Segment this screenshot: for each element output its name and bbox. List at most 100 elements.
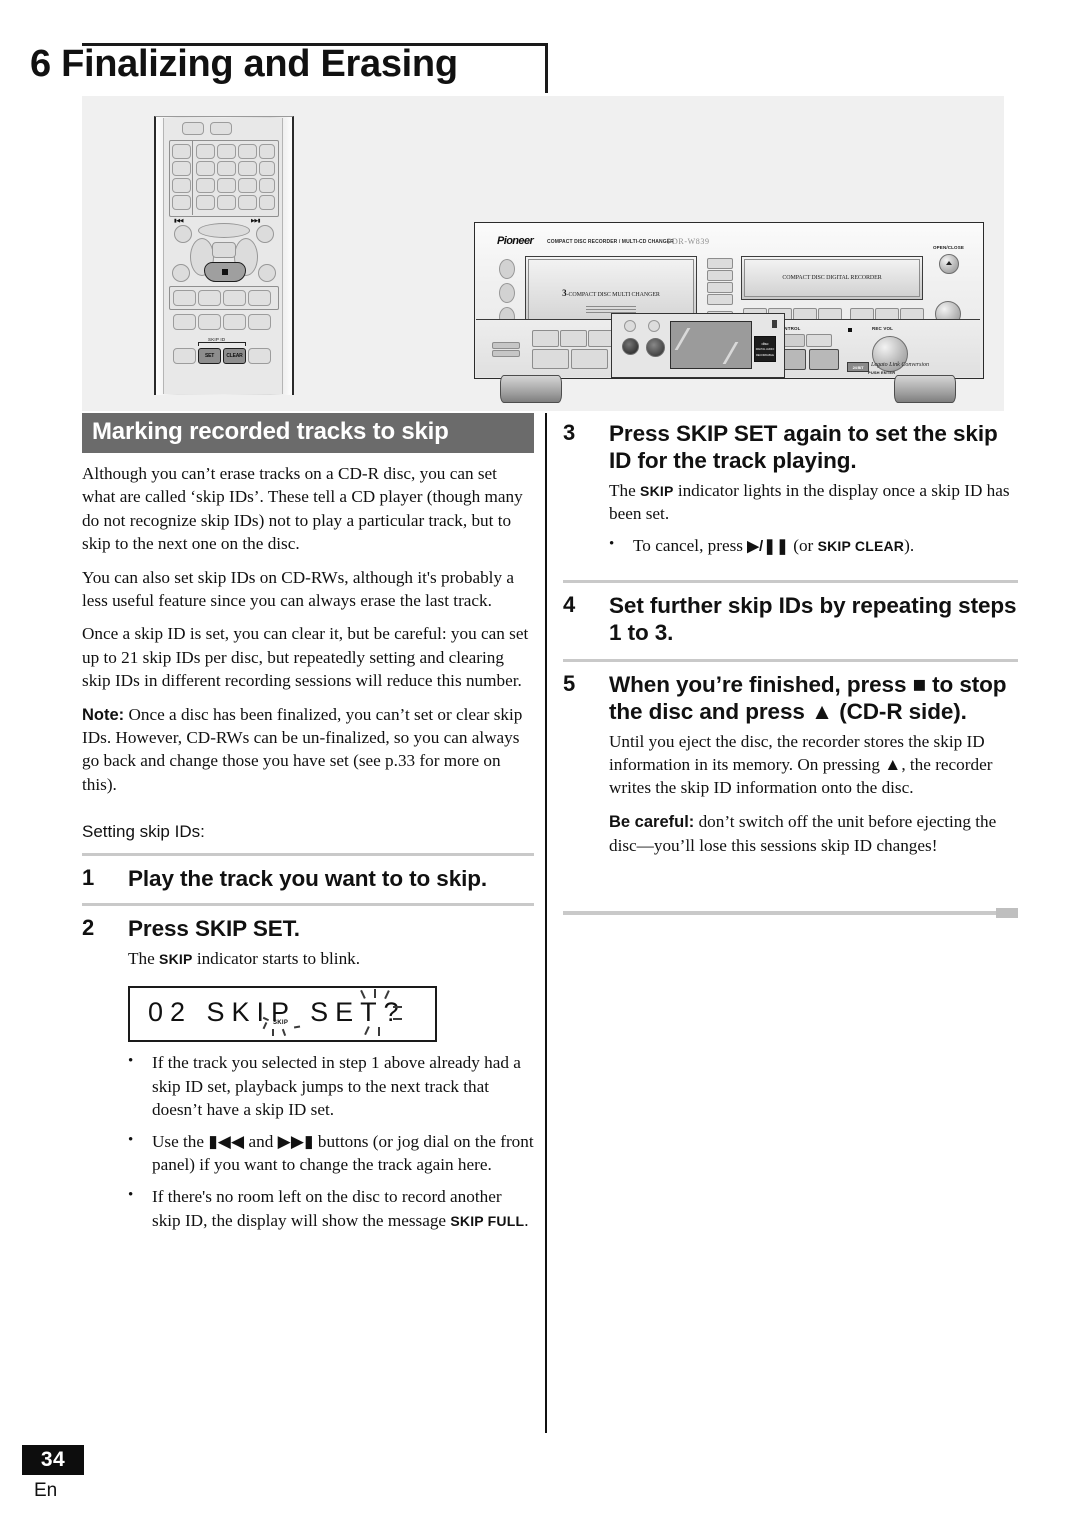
remote-button xyxy=(259,161,275,176)
bullet-item: • To cancel, press ▶/❚❚ (or SKIP CLEAR). xyxy=(609,534,1018,557)
deck-button xyxy=(532,330,559,347)
bullet-pre: To cancel, press xyxy=(633,536,748,556)
recorder-tray: COMPACT DISC DIGITAL RECORDER xyxy=(741,256,923,300)
step-text: Press SKIP SET again to set the skip ID … xyxy=(609,421,998,473)
recorder-tray-inner: COMPACT DISC DIGITAL RECORDER xyxy=(744,259,920,297)
step-number: 2 xyxy=(82,915,95,941)
remote-button xyxy=(238,178,257,193)
remote-button xyxy=(172,264,190,282)
deck-foot xyxy=(500,375,562,403)
deck-button xyxy=(532,349,569,369)
remote-button xyxy=(172,195,191,210)
legato-badge: 24 BIT xyxy=(847,362,869,372)
paragraph: Once a skip ID is set, you can clear it,… xyxy=(82,624,529,691)
remote-button xyxy=(258,264,276,282)
skip-indicator-term: SKIP xyxy=(159,951,193,968)
page-number: 34 xyxy=(22,1445,84,1475)
remote-button xyxy=(238,195,257,210)
deck-foot xyxy=(894,375,956,403)
paragraph: Although you can’t erase tracks on a CD-… xyxy=(82,464,523,554)
remote-button xyxy=(196,195,215,210)
remote-oval-button xyxy=(198,223,250,238)
step5-post: (CD-R side). xyxy=(833,698,967,724)
deck-display xyxy=(670,321,752,369)
deck-model-number: PDR-W839 xyxy=(667,237,710,246)
deck-button xyxy=(492,350,520,357)
eject-icon: ▲ xyxy=(810,698,834,724)
remote-button xyxy=(223,314,246,330)
deck-disc-button xyxy=(499,259,515,279)
remote-button xyxy=(196,178,215,193)
bullet-dot: • xyxy=(128,1132,134,1148)
headphone-jack xyxy=(622,338,639,355)
lcd-skip-indicator: SKIP xyxy=(273,1020,289,1027)
blink-ray xyxy=(374,989,376,999)
deck-small-knob xyxy=(648,320,660,332)
remote-face: ▮◀◀ ▶▶▮ SKIP ID SET CLEAR xyxy=(163,118,283,394)
remote-button xyxy=(173,290,196,306)
cd-logo-text: disc DIGITAL AUDIO RECORDABLE xyxy=(756,341,775,356)
section-end-rule xyxy=(563,907,1018,918)
deck-button xyxy=(707,258,733,269)
step-2: 2 Press SKIP SET. xyxy=(82,915,534,942)
remote-button xyxy=(259,195,275,210)
remote-button xyxy=(248,314,271,330)
next-track-icon: ▶▶▮ xyxy=(277,1132,314,1151)
pioneer-logo: Pioneer xyxy=(497,235,534,247)
deck-disc-button xyxy=(499,283,515,303)
remote-button xyxy=(198,314,221,330)
remote-button xyxy=(173,314,196,330)
remote-skip-set-button: SET xyxy=(198,348,221,364)
push-enter-label: PUSH ENTER xyxy=(868,370,896,375)
step-text: Set further skip IDs by repeating steps … xyxy=(609,592,1017,645)
eject-icon xyxy=(946,261,952,265)
product-illustration: ▮◀◀ ▶▶▮ SKIP ID SET CLEAR Pioneer COMPAC… xyxy=(82,96,1018,411)
remote-button xyxy=(172,144,191,159)
step-2-body: The SKIP indicator starts to blink. xyxy=(128,947,534,970)
display-glint xyxy=(674,328,691,350)
blink-ray xyxy=(393,1018,402,1020)
stop-icon: ■ xyxy=(912,671,927,697)
remote-next-button xyxy=(256,225,274,243)
stop-icon xyxy=(222,269,228,275)
remote-button xyxy=(248,348,271,364)
remote-button xyxy=(217,161,236,176)
bullet2-pre: Use the xyxy=(152,1132,209,1151)
deck-button xyxy=(560,330,587,347)
bullet-dot: • xyxy=(128,1053,134,1070)
legato-link-label: Legato Link Conversion xyxy=(871,362,929,368)
cdr-button xyxy=(806,334,832,347)
skip-id-bracket xyxy=(198,342,246,346)
lcd-display-figure: 02 SKIP SET? SKIP xyxy=(128,986,437,1043)
step-body-post: indicator starts to blink. xyxy=(192,949,361,969)
step-number: 4 xyxy=(563,591,576,617)
previous-track-icon: ▮◀◀ xyxy=(208,1132,245,1151)
step-4: 4 Set further skip IDs by repeating step… xyxy=(563,592,1018,646)
manual-page: 6 Finalizing and Erasing ▮◀◀ ▶▶▮ SKIP ID… xyxy=(0,0,1080,1526)
blink-ray xyxy=(272,1029,274,1037)
deck-button xyxy=(707,282,733,293)
mic-jack xyxy=(646,338,665,357)
step-rule xyxy=(563,658,1018,662)
deck-front-panel: Pioneer COMPACT DISC RECORDER / MULTI-CD… xyxy=(474,222,984,379)
deck-button xyxy=(571,349,608,369)
remote-button xyxy=(172,161,191,176)
step-1: 1 Play the track you want to to skip. xyxy=(82,865,534,892)
remote-button xyxy=(223,290,246,306)
skip-id-label: SKIP ID xyxy=(208,337,226,342)
bullet-item: • Use the ▮◀◀ and ▶▶▮ buttons (or jog di… xyxy=(128,1130,534,1176)
open-close-label: OPEN/CLOSE xyxy=(933,245,965,250)
illustration-right-margin xyxy=(1004,96,1018,411)
step-number: 5 xyxy=(563,670,576,696)
step-3-body: The SKIP indicator lights in the display… xyxy=(609,479,1018,525)
remote-button xyxy=(182,122,204,135)
end-rule-cap xyxy=(996,907,1018,918)
changer-tray-text: -COMPACT DISC MULTI CHANGER xyxy=(566,292,660,298)
eject-icon: ▲ xyxy=(884,754,902,774)
setting-skip-ids-label: Setting skip IDs: xyxy=(82,822,205,842)
step-3-bullets: • To cancel, press ▶/❚❚ (or SKIP CLEAR). xyxy=(609,534,1018,557)
deck-small-knob xyxy=(624,320,636,332)
blink-ray xyxy=(281,1029,286,1037)
step-5: 5 When you’re finished, press ■ to stop … xyxy=(563,671,1018,725)
remote-button xyxy=(196,144,215,159)
